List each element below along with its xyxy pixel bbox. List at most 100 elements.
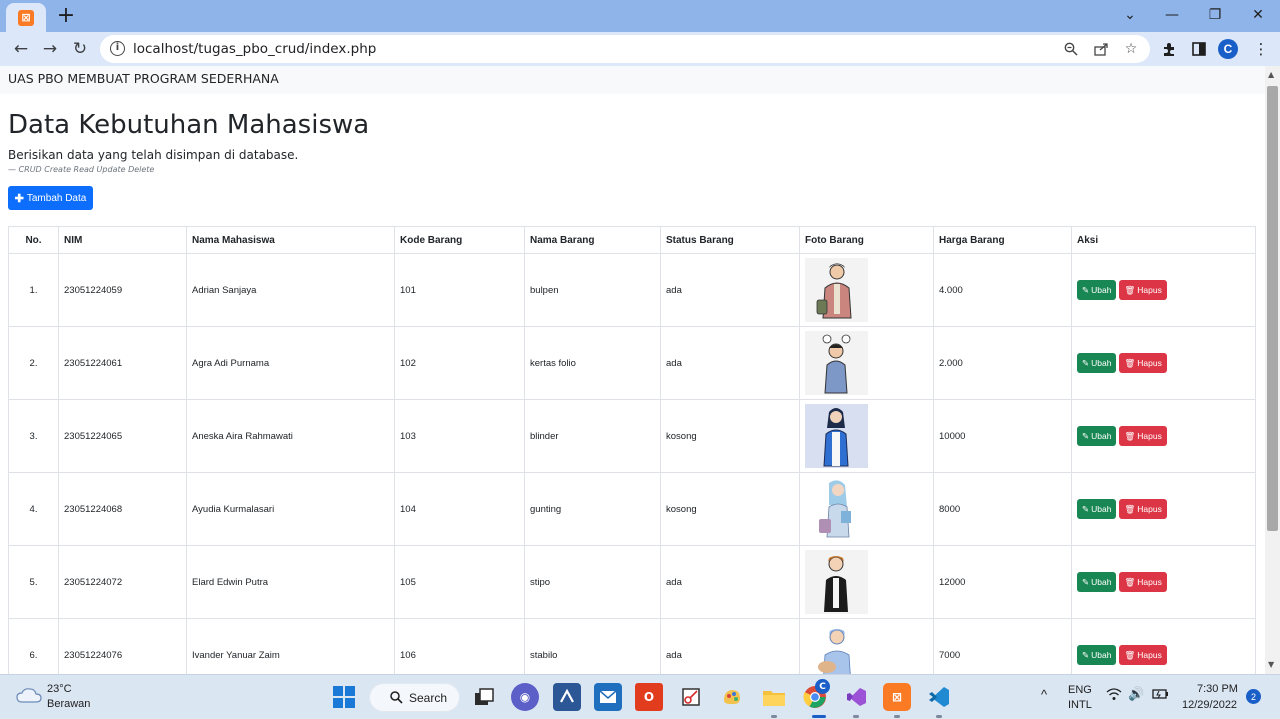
xampp-taskbar-icon[interactable]: ⊠ <box>883 683 911 711</box>
extensions-icon[interactable] <box>1158 38 1180 60</box>
visual-studio-icon[interactable] <box>842 683 870 711</box>
paint-icon[interactable] <box>718 683 746 711</box>
browser-tab[interactable]: ⊠ <box>6 3 46 32</box>
pencil-icon: ✎ <box>1082 503 1090 514</box>
share-icon[interactable] <box>1092 40 1110 58</box>
forward-icon[interactable]: → <box>37 36 63 62</box>
chat-icon[interactable]: ◉ <box>511 683 539 711</box>
table-row: 1. 23051224059 Adrian Sanjaya 101 bulpen… <box>8 253 1256 327</box>
tray-overflow-icon[interactable]: ^ <box>1041 687 1047 702</box>
taskbar-search[interactable]: Search <box>369 683 460 712</box>
clock-time[interactable]: 7:30 PM <box>1197 683 1238 695</box>
edit-button[interactable]: ✎ Ubah <box>1077 645 1117 665</box>
header-foto-barang: Foto Barang <box>799 226 934 254</box>
battery-icon[interactable] <box>1152 688 1170 703</box>
restore-button[interactable]: ❐ <box>1195 2 1235 28</box>
header-status-barang: Status Barang <box>660 226 800 254</box>
edit-button[interactable]: ✎ Ubah <box>1077 499 1117 519</box>
wifi-icon[interactable] <box>1106 688 1122 704</box>
minimize-button[interactable]: — <box>1152 2 1192 28</box>
header-nama-mahasiswa: Nama Mahasiswa <box>186 226 395 254</box>
notification-badge[interactable]: 2 <box>1246 689 1261 704</box>
address-bar[interactable]: i localhost/tugas_pbo_crud/index.php ☆ <box>100 35 1150 63</box>
weather-temperature: 23°C <box>47 683 72 695</box>
row-status: kosong <box>660 472 800 546</box>
table-row: 2. 23051224061 Agra Adi Purnama 102 kert… <box>8 326 1256 400</box>
edit-button[interactable]: ✎ Ubah <box>1077 280 1117 300</box>
row-foto-cell <box>799 618 934 674</box>
row-kode: 103 <box>394 399 525 473</box>
zoom-icon[interactable] <box>1062 40 1080 58</box>
row-number: 3. <box>8 399 59 473</box>
language-line1[interactable]: ENG <box>1068 684 1092 696</box>
row-actions: ✎ Ubah 🗑 Hapus <box>1071 545 1256 619</box>
add-data-button[interactable]: ✚ Tambah Data <box>8 186 93 210</box>
xampp-icon: ⊠ <box>18 9 34 26</box>
snipping-tool-icon[interactable] <box>677 683 705 711</box>
scroll-up-arrow-icon[interactable]: ▲ <box>1268 70 1274 79</box>
delete-button[interactable]: 🗑 Hapus <box>1119 426 1167 446</box>
close-window-button[interactable]: ✕ <box>1238 2 1278 28</box>
language-line2[interactable]: INTL <box>1068 699 1092 711</box>
trash-icon: 🗑 <box>1124 357 1136 368</box>
table-row: 6. 23051224076 Ivander Yanuar Zaim 106 s… <box>8 618 1256 674</box>
table-header-row: No. NIM Nama Mahasiswa Kode Barang Nama … <box>8 226 1256 254</box>
row-barang: bulpen <box>524 253 661 327</box>
row-status: ada <box>660 326 800 400</box>
side-panel-icon[interactable] <box>1188 38 1210 60</box>
page-scrollbar[interactable]: ▲ ▼ <box>1265 66 1280 674</box>
delete-button[interactable]: 🗑 Hapus <box>1119 572 1167 592</box>
delete-button[interactable]: 🗑 Hapus <box>1119 499 1167 519</box>
scroll-down-arrow-icon[interactable]: ▼ <box>1268 660 1274 669</box>
edit-label: Ubah <box>1091 504 1112 514</box>
edit-button[interactable]: ✎ Ubah <box>1077 353 1117 373</box>
delete-button[interactable]: 🗑 Hapus <box>1119 645 1167 665</box>
row-harga: 4.000 <box>933 253 1072 327</box>
row-barang: gunting <box>524 472 661 546</box>
visual-studio-manager-icon[interactable] <box>553 683 581 711</box>
windows-start-icon[interactable] <box>330 683 358 711</box>
row-kode: 101 <box>394 253 525 327</box>
page-caption: — CRUD Create Read Update Delete <box>8 165 154 174</box>
address-url[interactable]: localhost/tugas_pbo_crud/index.php <box>133 41 376 57</box>
reload-icon[interactable]: ↻ <box>67 36 93 62</box>
browser-menu-icon[interactable]: ⋮ <box>1250 38 1272 60</box>
file-explorer-icon[interactable] <box>760 683 788 711</box>
edit-label: Ubah <box>1091 285 1112 295</box>
back-icon[interactable]: ← <box>8 36 34 62</box>
edit-button[interactable]: ✎ Ubah <box>1077 426 1117 446</box>
volume-icon[interactable]: 🔊 <box>1128 686 1144 702</box>
row-barang: stipo <box>524 545 661 619</box>
clock-date[interactable]: 12/29/2022 <box>1182 699 1237 711</box>
tab-search-icon[interactable]: ⌄ <box>1110 2 1150 28</box>
active-indicator <box>812 715 826 718</box>
row-foto-cell <box>799 253 934 327</box>
row-status: kosong <box>660 399 800 473</box>
table-row: 3. 23051224065 Aneska Aira Rahmawati 103… <box>8 399 1256 473</box>
profile-avatar[interactable]: C <box>1218 39 1238 59</box>
trash-icon: 🗑 <box>1124 576 1136 587</box>
navbar: UAS PBO MEMBUAT PROGRAM SEDERHANA <box>0 66 1265 94</box>
delete-label: Hapus <box>1137 650 1162 660</box>
running-indicator <box>894 715 900 718</box>
task-view-icon[interactable] <box>470 683 498 711</box>
row-status: ada <box>660 545 800 619</box>
vscode-icon[interactable] <box>925 683 953 711</box>
row-barang: stabilo <box>524 618 661 674</box>
trash-icon: 🗑 <box>1124 430 1136 441</box>
delete-button[interactable]: 🗑 Hapus <box>1119 280 1167 300</box>
product-photo <box>805 550 868 614</box>
header-no: No. <box>8 226 59 254</box>
office-icon[interactable]: O <box>635 683 663 711</box>
bookmark-star-icon[interactable]: ☆ <box>1122 40 1140 58</box>
delete-button[interactable]: 🗑 Hapus <box>1119 353 1167 373</box>
edit-button[interactable]: ✎ Ubah <box>1077 572 1117 592</box>
scroll-thumb[interactable] <box>1267 86 1278 531</box>
mail-icon[interactable] <box>594 683 622 711</box>
navbar-brand[interactable]: UAS PBO MEMBUAT PROGRAM SEDERHANA <box>8 71 279 86</box>
header-harga-barang: Harga Barang <box>933 226 1072 254</box>
row-nama: Adrian Sanjaya <box>186 253 395 327</box>
new-tab-button[interactable]: + <box>54 3 78 28</box>
site-info-icon[interactable]: i <box>110 41 125 56</box>
caption-dash: — <box>8 165 19 174</box>
